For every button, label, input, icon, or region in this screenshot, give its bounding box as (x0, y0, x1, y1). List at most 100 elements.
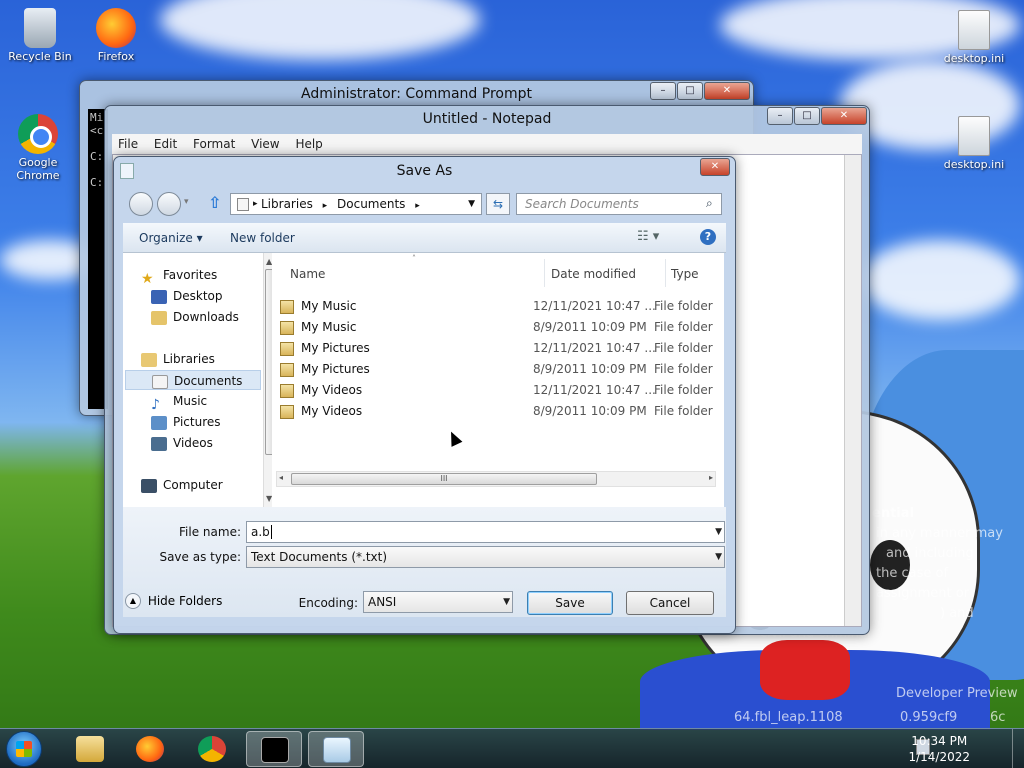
notepad-icon (120, 163, 134, 179)
nav-videos[interactable]: Videos (151, 433, 213, 453)
desktop-icon-label: Recycle Bin (8, 50, 72, 63)
nav-favorites[interactable]: ★ Favorites (141, 265, 217, 287)
file-row[interactable]: My Music 8/9/2011 10:09 PM File folder (280, 317, 713, 337)
chevron-down-icon[interactable]: ▼ (715, 522, 722, 542)
maximize-button[interactable]: □ (677, 82, 703, 100)
vertical-scrollbar[interactable] (844, 155, 861, 626)
folder-icon (280, 341, 294, 356)
column-header-type[interactable]: Type (671, 267, 699, 281)
nav-downloads[interactable]: Downloads (151, 307, 239, 327)
chrome-icon (18, 114, 58, 154)
column-header-date[interactable]: Date modified (551, 267, 636, 281)
menu-view[interactable]: View (245, 134, 285, 154)
minimize-button[interactable]: – (650, 82, 676, 100)
file-row[interactable]: My Videos 12/11/2021 10:47 ...File folder (280, 380, 713, 400)
chevron-down-icon[interactable]: ▼ (468, 194, 475, 214)
show-desktop-button[interactable] (1012, 729, 1024, 768)
nav-documents[interactable]: Documents (125, 370, 261, 390)
scroll-right-arrow[interactable]: ▸ (709, 473, 713, 482)
file-row[interactable]: My Videos 8/9/2011 10:09 PM File folder (280, 401, 713, 421)
save-type-label: Save as type: (159, 550, 241, 564)
chevron-down-icon[interactable]: ▼ (715, 547, 722, 567)
desktop-icon-desktop-ini[interactable]: desktop.ini (936, 10, 1012, 65)
refresh-icon[interactable]: ⇆ (486, 193, 510, 215)
close-button[interactable]: ✕ (821, 107, 867, 125)
search-input[interactable]: Search Documents (516, 193, 722, 215)
windows-logo-icon (16, 741, 32, 757)
maximize-button[interactable]: □ (794, 107, 820, 125)
folder-icon (280, 362, 294, 377)
close-button[interactable]: ✕ (704, 82, 750, 100)
settings-file-icon (958, 10, 990, 50)
column-divider[interactable] (544, 259, 545, 287)
save-as-dialog[interactable]: Save As ✕ ▾ ⇧ ▸ Libraries ▸ Documents ▸ … (113, 156, 736, 634)
taskbar-clock[interactable]: 10:34 PM 1/14/2022 (908, 733, 970, 765)
file-row[interactable]: My Pictures 12/11/2021 10:47 ...File fold… (280, 338, 713, 358)
start-button[interactable] (6, 731, 42, 767)
desktop-icon-firefox[interactable]: Firefox (78, 8, 154, 63)
taskbar-explorer[interactable] (62, 731, 118, 767)
breadcrumb-libraries[interactable]: Libraries (261, 197, 313, 211)
chevron-down-icon[interactable]: ▼ (503, 592, 510, 612)
nav-libraries[interactable]: Libraries (141, 349, 215, 369)
cancel-button[interactable]: Cancel (626, 591, 714, 615)
file-row[interactable]: My Pictures 8/9/2011 10:09 PM File folder (280, 359, 713, 379)
scrollbar-thumb[interactable]: III (291, 473, 597, 485)
minimize-button[interactable]: – (767, 107, 793, 125)
organize-button[interactable]: Organize ▾ (139, 231, 203, 245)
file-name-input[interactable]: a.b ▼ (246, 521, 725, 543)
clock-date: 1/14/2022 (908, 750, 970, 764)
menu-format[interactable]: Format (187, 134, 241, 154)
scroll-left-arrow[interactable]: ◂ (279, 473, 283, 482)
breadcrumb-documents[interactable]: Documents (337, 197, 405, 211)
firefox-icon (96, 8, 136, 48)
pictures-icon (151, 415, 167, 430)
clock-time: 10:34 PM (911, 734, 968, 748)
help-icon[interactable]: ? (700, 229, 716, 245)
chevron-right-icon[interactable]: ▸ (253, 194, 258, 214)
new-folder-button[interactable]: New folder (230, 231, 295, 245)
menu-file[interactable]: File (112, 134, 144, 154)
taskbar-command-prompt[interactable] (246, 731, 302, 767)
forward-button[interactable] (157, 192, 181, 216)
notepad-menubar: File Edit Format View Help (112, 134, 862, 154)
up-arrow-icon[interactable]: ⇧ (208, 193, 221, 212)
libraries-icon (141, 352, 157, 367)
nav-computer[interactable]: Computer (141, 475, 223, 495)
nav-music[interactable]: ♪ Music (151, 391, 207, 413)
save-type-select[interactable]: Text Documents (*.txt) ▼ (246, 546, 725, 568)
taskbar-chrome[interactable] (184, 731, 240, 767)
file-row[interactable]: My Music 12/11/2021 10:47 ...File folder (280, 296, 713, 316)
close-button[interactable]: ✕ (700, 158, 730, 176)
address-bar[interactable]: ▸ Libraries ▸ Documents ▸ ▼ (230, 193, 482, 215)
toolbar: Organize ▾ New folder ☷ ▾ ? (123, 223, 726, 253)
taskbar: 10:34 PM 1/14/2022 (0, 728, 1024, 768)
desktop-icon-recycle-bin[interactable]: Recycle Bin (2, 8, 78, 63)
desktop-icon-label: Firefox (97, 50, 135, 63)
chevron-right-icon[interactable]: ▸ (415, 201, 420, 211)
firefox-icon (136, 736, 164, 762)
menu-help[interactable]: Help (289, 134, 328, 154)
save-options-panel: File name: a.b ▼ Save as type: Text Docu… (123, 507, 726, 617)
chevron-right-icon[interactable]: ▸ (323, 201, 328, 211)
search-icon[interactable]: ⌕ (706, 196, 713, 211)
desktop-icon-desktop-ini[interactable]: desktop.ini (936, 116, 1012, 171)
column-header-name[interactable]: Name (290, 267, 325, 281)
view-options-icon[interactable]: ☷ ▾ (637, 229, 659, 244)
back-button[interactable] (129, 192, 153, 216)
desktop-icon-label: desktop.ini (943, 158, 1005, 171)
documents-icon (152, 374, 168, 389)
chevron-down-icon[interactable]: ▾ (184, 197, 189, 207)
taskbar-notepad[interactable] (308, 731, 364, 767)
horizontal-scrollbar[interactable]: ◂ III ▸ (276, 471, 716, 487)
save-button[interactable]: Save (527, 591, 613, 615)
nav-desktop[interactable]: Desktop (151, 286, 223, 306)
watermark-line: ) and (940, 606, 974, 621)
taskbar-firefox[interactable] (122, 731, 178, 767)
nav-pictures[interactable]: Pictures (151, 412, 221, 432)
desktop-icon-google-chrome[interactable]: Google Chrome (0, 114, 76, 182)
column-divider[interactable] (665, 259, 666, 287)
encoding-select[interactable]: ANSI ▼ (363, 591, 513, 613)
menu-edit[interactable]: Edit (148, 134, 183, 154)
hide-folders-button[interactable]: ▲ Hide Folders (125, 593, 222, 615)
